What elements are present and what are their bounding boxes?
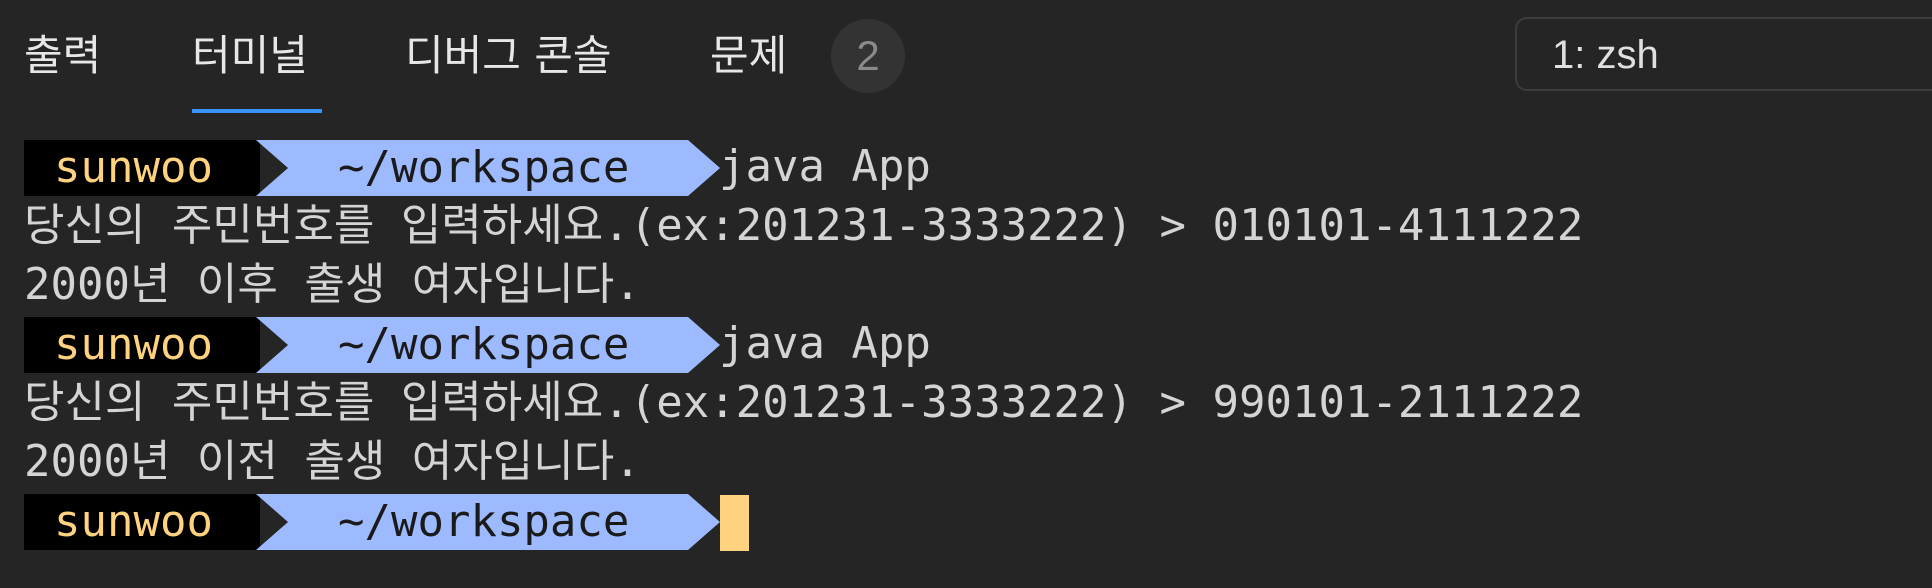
prompt-path-segment: ~/workspace — [256, 317, 720, 373]
prompt-line: sunwoo ~/workspace java App — [24, 315, 1932, 373]
tab-output[interactable]: 출력 — [24, 24, 101, 112]
output-line: 2000년 이전 출생 여자입니다. — [24, 433, 1932, 491]
tab-problems[interactable]: 문제 — [710, 24, 787, 112]
output-line: 당신의 주민번호를 입력하세요.(ex:201231-3333222) > 99… — [24, 374, 1932, 432]
output-text: 2000년 이후 출생 여자입니다. — [24, 259, 641, 310]
problems-count-badge: 2 — [831, 19, 905, 93]
prompt-user: sunwoo — [54, 142, 213, 193]
terminal-instance-label: 1: zsh — [1552, 33, 1659, 77]
prompt-path: ~/workspace — [338, 142, 630, 193]
prompt-command: java App — [719, 318, 931, 369]
prompt-user-segment: sunwoo — [24, 140, 260, 196]
prompt-path-segment: ~/workspace — [256, 140, 720, 196]
terminal-cursor — [720, 495, 749, 551]
prompt-user-segment: sunwoo — [24, 494, 260, 550]
prompt-path: ~/workspace — [338, 319, 630, 370]
prompt-user-segment: sunwoo — [24, 317, 260, 373]
tab-debug-console[interactable]: 디버그 콘솔 — [405, 24, 612, 112]
prompt-line: sunwoo ~/workspace java App — [24, 138, 1932, 196]
output-text: 2000년 이전 출생 여자입니다. — [24, 436, 641, 487]
output-text: 당신의 주민번호를 입력하세요.(ex:201231-3333222) > 99… — [24, 377, 1584, 428]
output-text: 당신의 주민번호를 입력하세요.(ex:201231-3333222) > 01… — [24, 200, 1584, 251]
prompt-path: ~/workspace — [338, 496, 630, 547]
prompt-user: sunwoo — [54, 496, 213, 547]
active-tab-indicator — [192, 109, 322, 113]
tab-terminal[interactable]: 터미널 — [192, 24, 308, 112]
prompt-line: sunwoo ~/workspace — [24, 492, 1932, 551]
prompt-command: java App — [719, 141, 931, 192]
output-line: 2000년 이후 출생 여자입니다. — [24, 256, 1932, 314]
prompt-user: sunwoo — [54, 319, 213, 370]
terminal-instance-select[interactable]: 1: zsh — [1515, 17, 1932, 91]
panel-header: 출력 터미널 디버그 콘솔 문제 2 1: zsh — [0, 0, 1932, 114]
prompt-path-segment: ~/workspace — [256, 494, 720, 550]
output-line: 당신의 주민번호를 입력하세요.(ex:201231-3333222) > 01… — [24, 197, 1932, 255]
terminal-output[interactable]: sunwoo ~/workspace java App 당신의 주민번호를 입력… — [24, 138, 1932, 568]
